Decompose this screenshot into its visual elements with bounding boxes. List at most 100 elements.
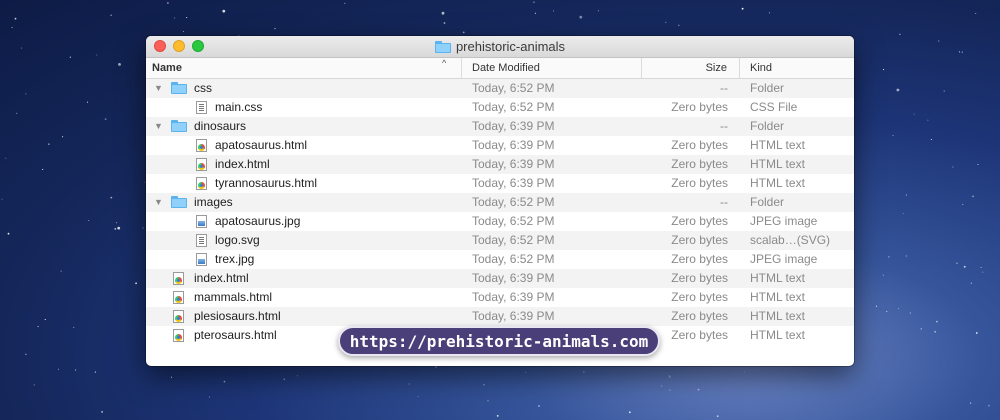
file-size: Zero bytes xyxy=(671,157,728,171)
star xyxy=(37,326,39,328)
disclosure-triangle-icon[interactable]: ▼ xyxy=(154,193,163,212)
star xyxy=(882,274,884,276)
star xyxy=(223,380,226,383)
star xyxy=(768,12,770,14)
star xyxy=(296,375,298,377)
file-row[interactable]: tyrannosaurus.html Today, 6:39 PM Zero byt… xyxy=(146,174,854,193)
star xyxy=(88,219,90,222)
star xyxy=(94,371,96,373)
star xyxy=(20,47,22,49)
folder-row[interactable]: ▼ css Today, 6:52 PM -- Folder xyxy=(146,79,854,98)
file-row[interactable]: index.html Today, 6:39 PM Zero bytes HTML t… xyxy=(146,269,854,288)
star xyxy=(962,203,964,205)
star xyxy=(462,31,465,34)
file-kind: Folder xyxy=(750,81,785,95)
star xyxy=(117,226,121,230)
html-file-icon xyxy=(173,272,184,285)
star xyxy=(443,22,446,24)
file-size: Zero bytes xyxy=(671,290,728,304)
star xyxy=(116,222,118,224)
column-header-kind[interactable]: Kind xyxy=(740,58,854,78)
star xyxy=(661,385,663,387)
star xyxy=(628,411,631,414)
file-row[interactable]: apatosaurus.jpg Today, 6:52 PM Zero bytes J… xyxy=(146,212,854,231)
star xyxy=(25,93,27,95)
star xyxy=(934,330,936,333)
column-header-name[interactable]: Name xyxy=(146,58,462,78)
folder-icon xyxy=(171,196,187,208)
file-date-modified: Today, 6:39 PM xyxy=(472,119,555,133)
star xyxy=(930,138,932,141)
star xyxy=(899,33,901,35)
column-header-size-label: Size xyxy=(705,62,727,74)
file-row[interactable]: apatosaurus.html Today, 6:39 PM Zero bytes… xyxy=(146,136,854,155)
disclosure-triangle-icon[interactable]: ▼ xyxy=(154,79,163,98)
column-header-size[interactable]: Size xyxy=(642,58,740,78)
column-header-name-label: Name xyxy=(152,62,182,74)
file-row[interactable]: main.css Today, 6:52 PM Zero bytes CSS File xyxy=(146,98,854,117)
file-row[interactable]: index.html Today, 6:39 PM Zero bytes HTML t… xyxy=(146,155,854,174)
file-kind: HTML text xyxy=(750,309,805,323)
file-size: -- xyxy=(720,195,728,209)
file-size: -- xyxy=(720,81,728,95)
file-date-modified: Today, 6:39 PM xyxy=(472,309,555,323)
file-row[interactable]: logo.svg Today, 6:52 PM Zero bytes scalab…(… xyxy=(146,231,854,250)
star xyxy=(118,63,121,66)
file-kind: HTML text xyxy=(750,328,805,342)
file-kind: Folder xyxy=(750,195,785,209)
star xyxy=(96,54,98,56)
file-name: apatosaurus.html xyxy=(215,138,308,152)
star xyxy=(142,227,144,229)
star xyxy=(11,26,13,29)
file-date-modified: Today, 6:52 PM xyxy=(472,195,555,209)
file-row[interactable]: trex.jpg Today, 6:52 PM Zero bytes JPEG ima… xyxy=(146,250,854,269)
html-file-icon xyxy=(173,329,184,342)
file-name: logo.svg xyxy=(215,233,260,247)
column-header: Name ^ Date Modified Size Kind xyxy=(146,58,854,79)
file-size: Zero bytes xyxy=(671,233,728,247)
file-date-modified: Today, 6:52 PM xyxy=(472,233,555,247)
file-size: Zero bytes xyxy=(671,214,728,228)
star xyxy=(57,368,60,370)
star xyxy=(936,320,938,323)
star xyxy=(25,353,27,355)
text-file-icon xyxy=(196,101,207,114)
star xyxy=(669,376,671,378)
star xyxy=(665,21,667,23)
star xyxy=(110,196,113,199)
file-name: index.html xyxy=(215,157,270,171)
star xyxy=(875,305,878,307)
star xyxy=(892,134,894,137)
html-file-icon xyxy=(173,291,184,304)
star xyxy=(86,101,89,103)
file-size: -- xyxy=(720,119,728,133)
star xyxy=(927,119,929,121)
star xyxy=(283,378,285,380)
folder-row[interactable]: ▼ dinosaurs Today, 6:39 PM -- Folder xyxy=(146,117,854,136)
star xyxy=(47,143,50,146)
star xyxy=(552,10,555,12)
star xyxy=(408,383,410,385)
star xyxy=(961,51,963,53)
file-date-modified: Today, 6:39 PM xyxy=(472,176,555,190)
folder-row[interactable]: ▼ images Today, 6:52 PM -- Folder xyxy=(146,193,854,212)
title-bar[interactable]: prehistoric-animals xyxy=(146,36,854,58)
file-row[interactable]: plesiosaurs.html Today, 6:39 PM Zero bytes… xyxy=(146,307,854,326)
star xyxy=(182,30,184,33)
star xyxy=(186,17,188,19)
file-size: Zero bytes xyxy=(671,309,728,323)
file-name: css xyxy=(194,81,212,95)
column-header-date[interactable]: Date Modified xyxy=(462,58,642,78)
star xyxy=(208,396,210,398)
star xyxy=(525,372,527,374)
file-name: main.css xyxy=(215,100,263,114)
star xyxy=(958,51,961,53)
file-row[interactable]: mammals.html Today, 6:39 PM Zero bytes HTML… xyxy=(146,288,854,307)
disclosure-triangle-icon[interactable]: ▼ xyxy=(154,117,163,136)
star xyxy=(69,56,71,58)
column-header-kind-label: Kind xyxy=(750,62,773,74)
file-kind: JPEG image xyxy=(750,214,818,228)
html-file-icon xyxy=(196,177,207,190)
file-kind: HTML text xyxy=(750,176,805,190)
star xyxy=(668,375,670,377)
